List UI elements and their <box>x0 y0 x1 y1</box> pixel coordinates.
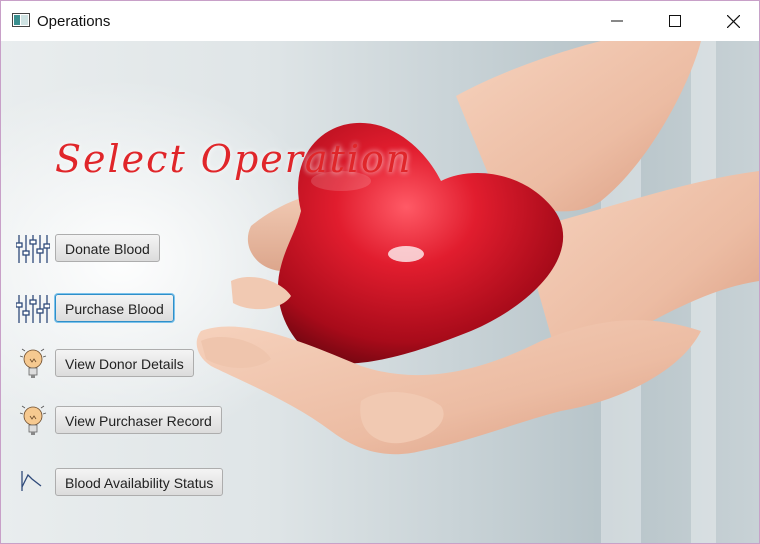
sliders-icon <box>16 235 50 263</box>
line-chart-icon <box>21 471 42 491</box>
page-heading: Select Operation <box>55 137 413 181</box>
content-area: Select Operation Donate Blood Purchase B… <box>1 41 759 543</box>
close-icon <box>726 14 740 28</box>
title-bar[interactable]: Operations <box>1 1 759 41</box>
close-button[interactable] <box>704 1 759 41</box>
maximize-icon <box>669 15 681 27</box>
lightbulb-icon <box>19 348 47 378</box>
purchase-blood-button[interactable]: Purchase Blood <box>55 294 174 322</box>
maximize-button[interactable] <box>646 1 704 41</box>
operations-window: Operations Select Operation Donate Blood… <box>0 0 760 544</box>
minimize-icon <box>611 20 623 22</box>
blood-availability-status-button[interactable]: Blood Availability Status <box>55 468 224 496</box>
window-title: Operations <box>37 13 111 30</box>
donate-blood-button[interactable]: Donate Blood <box>55 234 160 262</box>
app-window-icon <box>12 13 30 27</box>
view-donor-details-button[interactable]: View Donor Details <box>55 349 194 377</box>
minimize-button[interactable] <box>588 1 646 41</box>
lightbulb-icon <box>19 405 47 435</box>
sliders-icon <box>16 295 50 323</box>
view-purchaser-record-button[interactable]: View Purchaser Record <box>55 406 222 434</box>
